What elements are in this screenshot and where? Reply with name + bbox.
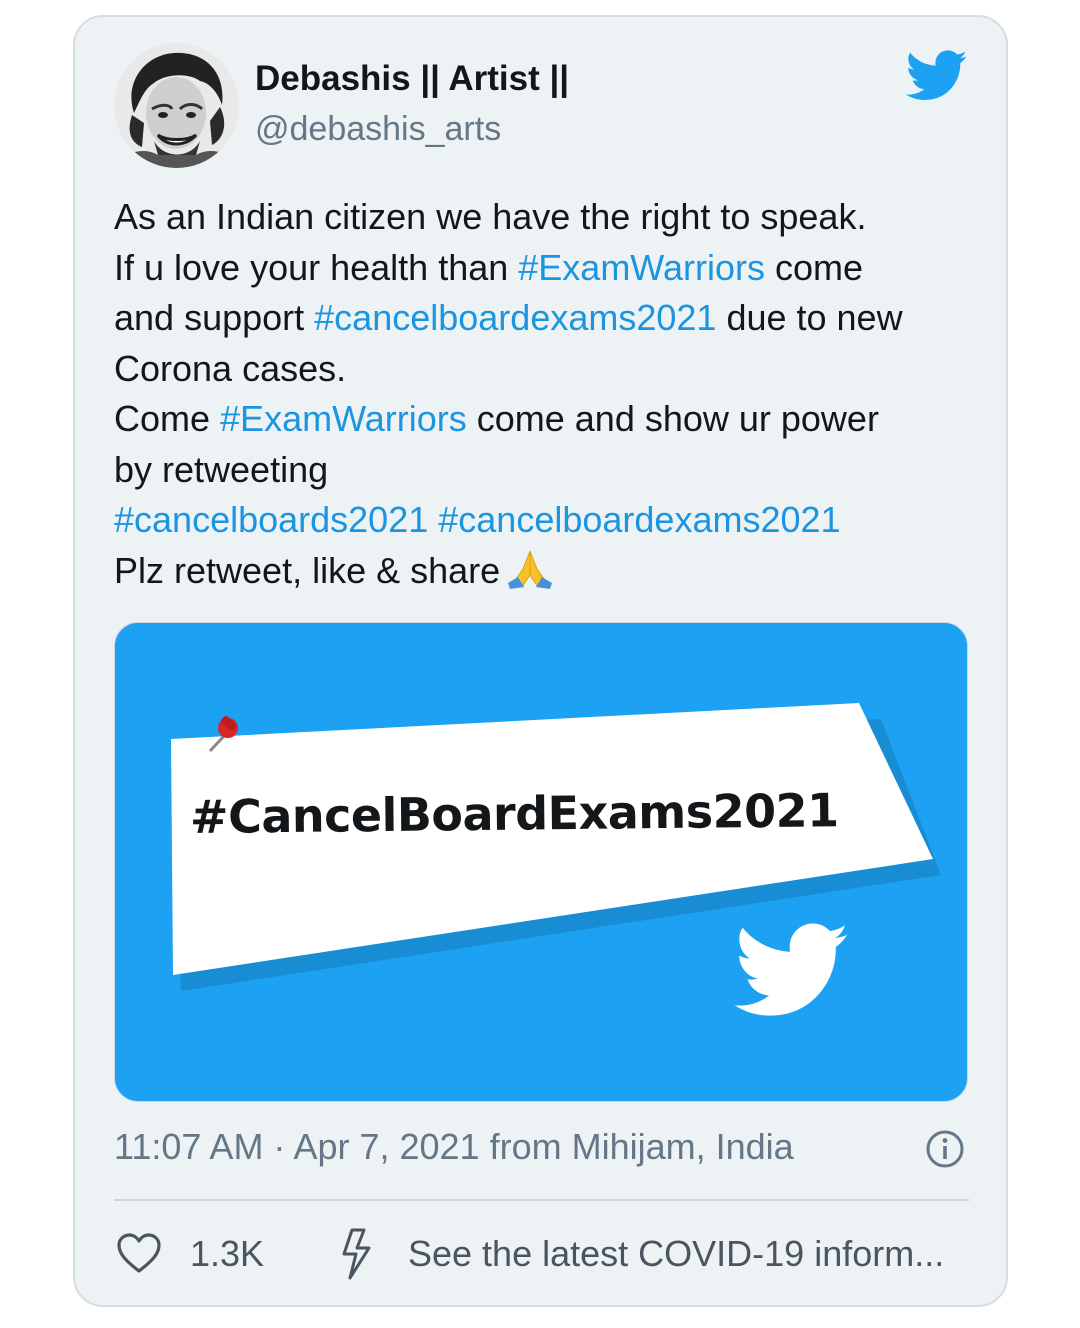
tweet-line: by retweeting: [114, 448, 329, 490]
lightning-bolt-icon[interactable]: [338, 1228, 374, 1280]
twitter-bird-icon[interactable]: [906, 50, 968, 102]
hashtag-link[interactable]: #cancelboardexams2021: [438, 499, 840, 540]
author-handle[interactable]: @debashis_arts: [255, 108, 501, 150]
info-icon[interactable]: [925, 1129, 965, 1169]
tweet-line: Corona cases.: [114, 347, 347, 389]
author-name[interactable]: Debashis || Artist ||: [255, 58, 569, 100]
tweet-line: and support #cancelboardexams2021 due to…: [114, 293, 984, 344]
tweet-text-span: come: [764, 246, 864, 288]
tweet-line: If u love your health than #ExamWarriors…: [114, 243, 984, 294]
folded-hands-emoji-icon: [508, 550, 553, 589]
hashtag-link[interactable]: #cancelboards2021: [114, 499, 428, 540]
covid-info-link[interactable]: See the latest COVID-19 inform...: [408, 1230, 944, 1278]
avatar[interactable]: [114, 43, 239, 168]
tweet-line: #cancelboards2021 #cancelboardexams2021: [114, 495, 984, 546]
hashtag-link[interactable]: #cancelboardexams2021: [314, 297, 716, 338]
tweet-timestamp[interactable]: 11:07 AM · Apr 7, 2021 from Mihijam, Ind…: [114, 1123, 794, 1171]
twitter-bird-watermark-icon: [734, 923, 849, 1016]
tweet-line: Plz retweet, like & share: [114, 546, 984, 597]
paper-note-graphic: [171, 703, 941, 1016]
media-hashtag-text: #CancelBoardExams2021: [189, 783, 839, 844]
tweet-text-span: come and show ur power: [466, 398, 879, 439]
hashtag-link[interactable]: #ExamWarriors: [518, 247, 765, 288]
tweet-text-span: If u love your health than: [114, 246, 519, 288]
tweet-text: As an Indian citizen we have the right t…: [114, 192, 984, 596]
tweet-line: As an Indian citizen we have the right t…: [114, 196, 867, 237]
tweet-text-span: due to new: [716, 297, 903, 338]
artist-portrait-avatar-icon: [114, 43, 239, 168]
divider: [114, 1199, 969, 1201]
tweet-line: Come #ExamWarriors come and show ur powe…: [114, 394, 984, 445]
tweet-text-span: and support: [114, 297, 315, 338]
like-count[interactable]: 1.3K: [190, 1230, 264, 1278]
tweet-image[interactable]: [114, 622, 968, 1102]
hashtag-link[interactable]: #ExamWarriors: [220, 398, 467, 439]
heart-icon[interactable]: [116, 1232, 162, 1274]
tweet-text-span: Come: [114, 398, 221, 439]
tweet-text-span: Plz retweet, like & share: [114, 549, 501, 591]
